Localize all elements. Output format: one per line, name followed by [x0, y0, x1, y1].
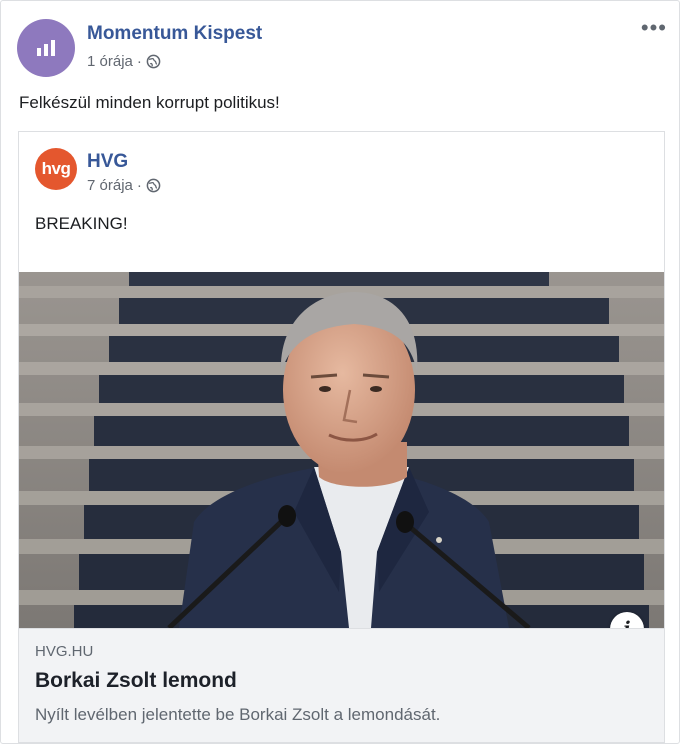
- momentum-logo-icon: [37, 40, 55, 56]
- shared-post-meta: 7 órája ·: [87, 177, 161, 194]
- meta-separator: ·: [136, 53, 142, 70]
- shared-page-name-link[interactable]: HVG: [87, 151, 128, 173]
- shared-post-text: BREAKING!: [35, 214, 128, 233]
- globe-icon[interactable]: [146, 54, 161, 69]
- link-preview[interactable]: HVG.HU Borkai Zsolt lemond Nyílt levélbe…: [19, 628, 664, 742]
- hvg-avatar[interactable]: hvg: [35, 148, 77, 190]
- post-meta: 1 órája ·: [87, 53, 161, 70]
- link-title[interactable]: Borkai Zsolt lemond: [35, 669, 237, 693]
- facebook-post: Momentum Kispest 1 órája · ••• Felkészül…: [0, 0, 680, 744]
- post-text: Felkészül minden korrupt politikus!: [19, 93, 280, 112]
- globe-icon[interactable]: [146, 178, 161, 193]
- post-timestamp[interactable]: 1 órája: [87, 53, 133, 70]
- link-description: Nyílt levélben jelentette be Borkai Zsol…: [35, 705, 441, 724]
- link-domain: HVG.HU: [35, 643, 94, 660]
- article-photo[interactable]: [19, 272, 664, 628]
- shared-meta-separator: ·: [136, 177, 142, 194]
- more-options-icon[interactable]: •••: [641, 17, 667, 39]
- page-name-link[interactable]: Momentum Kispest: [87, 23, 262, 45]
- momentum-avatar[interactable]: [17, 19, 75, 77]
- article-photo-image: [19, 272, 664, 628]
- shared-post: hvg HVG 7 órája · BREAKING! HVG.HU Borka…: [18, 131, 665, 743]
- shared-post-timestamp[interactable]: 7 órája: [87, 177, 133, 194]
